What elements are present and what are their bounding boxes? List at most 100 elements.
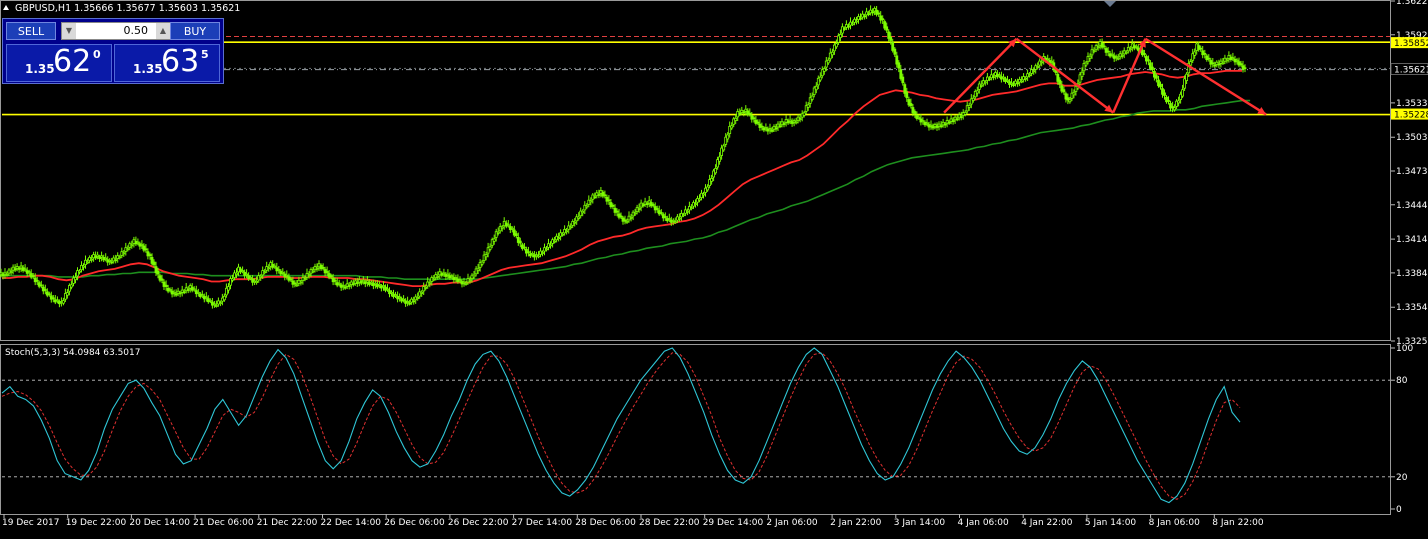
one-click-trading-panel: SELL ▼ 0.50 ▲ BUY 1.35 62 0 1.35 63 5 [2, 18, 224, 84]
candle-body [500, 226, 504, 229]
candle-body [293, 282, 297, 285]
candle-body [877, 12, 881, 15]
candle-body [931, 126, 935, 129]
candle-body [373, 282, 377, 285]
candle-body [909, 103, 913, 107]
price-tick-label: 1.36220 [1396, 0, 1428, 7]
candle-body [738, 112, 742, 115]
candle-body [1243, 67, 1247, 70]
candle-body [186, 289, 190, 291]
candle-body [814, 85, 818, 91]
candle-body [667, 218, 671, 220]
candle-body [1020, 80, 1023, 83]
candle-body [476, 268, 480, 271]
candle-body [108, 259, 112, 262]
candle-body [277, 269, 281, 271]
candle-body [611, 204, 615, 207]
candle-body [289, 278, 293, 281]
candle-body [402, 298, 406, 301]
candle-body [710, 177, 713, 182]
candle-body [506, 224, 510, 227]
price-label-value: 1.35621 [1394, 66, 1428, 76]
candle-body [545, 248, 548, 251]
candle-body [7, 269, 11, 274]
sell-price-prefix: 1.35 [25, 62, 55, 76]
sell-button[interactable]: SELL [6, 22, 56, 40]
lot-decrease-icon[interactable]: ▼ [62, 23, 76, 39]
candle-body [843, 28, 846, 30]
buy-price-box[interactable]: 1.35 63 5 [114, 44, 220, 82]
candle-body [1213, 64, 1217, 67]
candle-body [412, 300, 416, 303]
candle-body [351, 283, 355, 286]
stochastic-tick-label: 100 [1396, 344, 1413, 354]
candle-body [1120, 54, 1124, 57]
candle-body [1134, 45, 1138, 48]
candle-body [299, 281, 303, 284]
lot-increase-icon[interactable]: ▲ [156, 23, 170, 39]
lot-size-input[interactable]: ▼ 0.50 ▲ [61, 22, 171, 40]
candle-body [182, 291, 186, 294]
candle-body [1106, 50, 1110, 53]
candle-body [315, 267, 319, 270]
candle-body [782, 123, 786, 125]
candle-body [62, 300, 65, 304]
candle-body [818, 76, 822, 81]
candle-body [1124, 51, 1128, 54]
candle-body [742, 111, 746, 114]
candle-body [686, 210, 689, 213]
candle-body [831, 51, 834, 56]
candle-body [730, 125, 734, 129]
candle-body [988, 78, 991, 81]
candle-body [1193, 51, 1197, 56]
candle-body [841, 26, 844, 34]
lot-size-value[interactable]: 0.50 [124, 23, 149, 39]
candle-body [1173, 107, 1176, 111]
candle-body [1199, 47, 1203, 50]
candle-body [929, 124, 933, 127]
candle-body [659, 212, 663, 214]
candle-body [347, 285, 351, 287]
candle-body [527, 251, 530, 254]
candle-body [488, 246, 492, 250]
candle-body [325, 271, 329, 273]
candle-body [1116, 57, 1120, 60]
candle-body [947, 121, 951, 124]
candle-body [802, 112, 806, 116]
candle-body [1217, 63, 1221, 66]
candle-body [406, 301, 410, 303]
candle-body [585, 205, 589, 208]
candle-body [241, 270, 245, 273]
candle-body [1108, 53, 1112, 57]
candle-body [148, 254, 152, 257]
candle-body [698, 198, 701, 201]
time-tick-label: 19 Dec 22:00 [66, 518, 127, 528]
candle-body [1177, 100, 1180, 104]
buy-button[interactable]: BUY [170, 22, 220, 40]
candle-body [377, 283, 381, 286]
candle-body [565, 230, 568, 233]
candle-body [446, 273, 450, 276]
candle-body [355, 282, 359, 285]
candle-body [222, 295, 226, 301]
candle-body [1211, 62, 1215, 65]
time-tick-label: 19 Dec 2017 [2, 518, 60, 528]
price-tick-label: 1.35330 [1396, 99, 1428, 109]
candle-body [835, 43, 838, 48]
candle-body [726, 134, 730, 140]
candle-body [935, 126, 939, 128]
candle-body [311, 270, 315, 273]
candle-body [734, 117, 738, 122]
candle-body [196, 291, 200, 294]
price-label-value: 1.35228 [1394, 111, 1428, 121]
candle-body [678, 217, 681, 220]
price-label-value: 1.35852 [1394, 39, 1428, 49]
candle-body [1050, 60, 1054, 63]
candle-body [756, 121, 760, 124]
candle-body [573, 221, 577, 224]
candle-body [1080, 71, 1084, 77]
candle-body [239, 268, 242, 273]
sell-price-box[interactable]: 1.35 62 0 [6, 44, 112, 82]
candle-body [722, 145, 726, 151]
candle-body [235, 272, 238, 276]
